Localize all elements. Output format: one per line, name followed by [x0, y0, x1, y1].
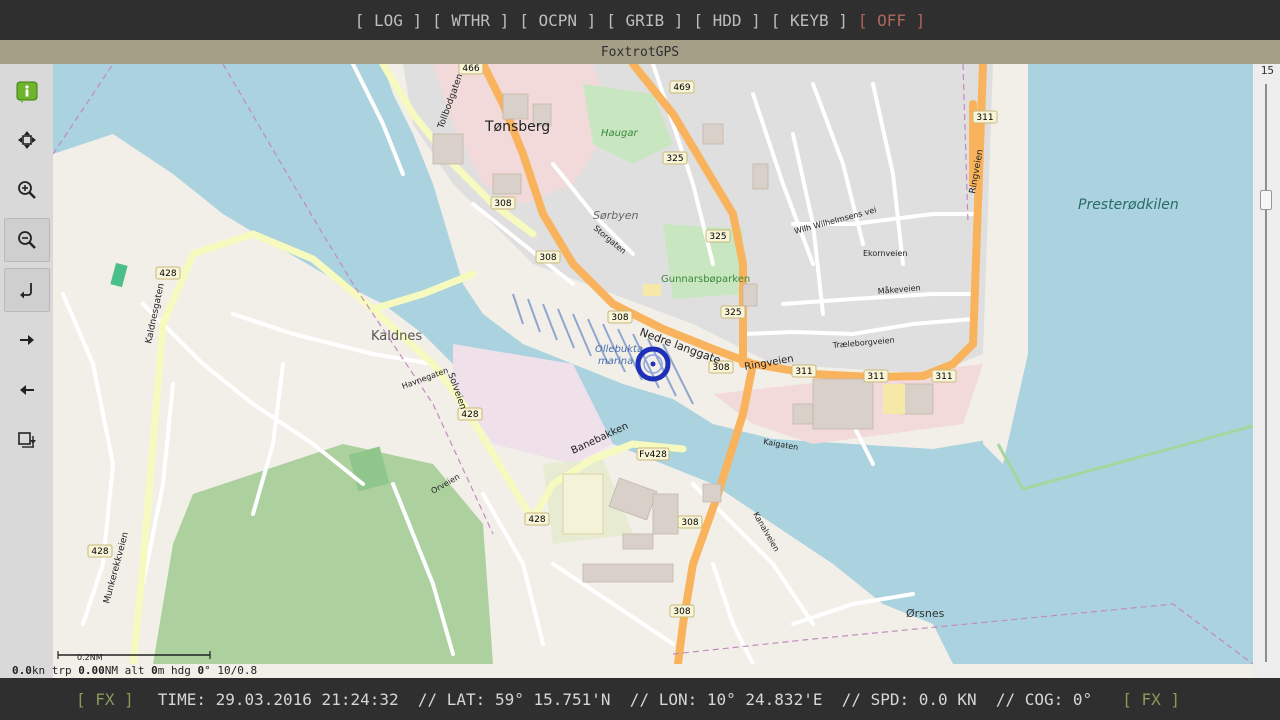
speed-value: 0.0 [12, 664, 32, 677]
fix-quality: 10/0.8 [217, 664, 258, 677]
autocenter-icon [20, 283, 32, 299]
place-label: Haugar [601, 128, 638, 139]
altitude-label: alt [124, 664, 145, 677]
park-gunnarsbo [663, 224, 743, 299]
previous-icon [20, 385, 34, 395]
next-button[interactable] [4, 318, 50, 362]
layers-icon [18, 432, 36, 448]
route-shield: 428 [155, 266, 181, 280]
place-label: Sørbyen [593, 209, 638, 222]
keyboard-button[interactable]: [ KEYB ] [771, 11, 848, 30]
svg-text:308: 308 [494, 199, 511, 209]
route-shield: 311 [863, 369, 889, 383]
svg-text:308: 308 [681, 518, 698, 528]
place-label: Tønsberg [484, 119, 550, 135]
zoom-out-icon [18, 231, 36, 249]
zoom-in-icon [18, 181, 36, 199]
window-titlebar: FoxtrotGPS [0, 40, 1280, 64]
route-shield: 325 [705, 229, 731, 243]
route-shield: 469 [669, 80, 695, 94]
autocenter-button[interactable] [4, 268, 50, 312]
route-shield: 311 [972, 110, 998, 124]
info-icon [16, 81, 38, 103]
zoom-in-button[interactable] [4, 168, 50, 212]
map-toolbar [0, 64, 53, 678]
fix-indicator-right[interactable]: [ FX ] [1122, 690, 1180, 709]
zoom-out-button[interactable] [4, 218, 50, 262]
map-canvas[interactable]: 0.2NM 466 469 325 308 308 308 325 325 30… [53, 64, 1253, 664]
svg-text:311: 311 [935, 372, 952, 382]
svg-text:311: 311 [795, 367, 812, 377]
route-shield: 428 [524, 512, 550, 526]
previous-button[interactable] [4, 368, 50, 412]
place-label: Presterødkilen [1078, 197, 1179, 213]
trip-label: trp [51, 664, 72, 677]
route-shield: 308 [669, 604, 695, 618]
route-shield: 428 [87, 544, 113, 558]
svg-text:311: 311 [867, 372, 884, 382]
hdd-button[interactable]: [ HDD ] [693, 11, 760, 30]
zoom-track[interactable] [1265, 84, 1267, 662]
weather-button[interactable]: [ WTHR ] [432, 11, 509, 30]
status-bar: [ FX ] TIME: 29.03.2016 21:24:32 // LAT:… [0, 678, 1280, 720]
svg-text:428: 428 [159, 269, 176, 279]
route-shield: 466 [458, 64, 484, 75]
route-shield: 308 [677, 515, 703, 529]
place-label: Ørsnes [906, 607, 945, 620]
log-button[interactable]: [ LOG ] [355, 11, 422, 30]
route-shield: 308 [607, 310, 633, 324]
speed-unit: kn [31, 664, 46, 677]
route-shield: 325 [662, 151, 688, 165]
svg-text:469: 469 [673, 83, 690, 93]
off-button[interactable]: [ OFF ] [858, 11, 925, 30]
svg-text:308: 308 [539, 253, 556, 263]
trip-value: 0.00 [78, 664, 105, 677]
zoom-thumb[interactable] [1260, 190, 1272, 210]
zoom-level: 15 [1260, 64, 1274, 77]
svg-text:325: 325 [709, 232, 726, 242]
fix-indicator-left[interactable]: [ FX ] [76, 690, 134, 709]
map-view[interactable]: 0.2NM 466 469 325 308 308 308 325 325 30… [53, 64, 1253, 664]
window-title: FoxtrotGPS [600, 44, 680, 60]
scale-label: 0.2NM [77, 653, 103, 662]
info-button[interactable] [4, 70, 50, 114]
svg-text:Fv428: Fv428 [639, 450, 667, 460]
svg-text:466: 466 [462, 64, 479, 74]
street-label: Ekornveien [863, 249, 907, 258]
svg-text:428: 428 [528, 515, 545, 525]
svg-text:311: 311 [976, 113, 993, 123]
fullscreen-button[interactable] [4, 118, 50, 162]
svg-text:325: 325 [666, 154, 683, 164]
place-label: Kaldnes [371, 329, 422, 344]
route-shield: 311 [791, 364, 817, 378]
route-shield: 308 [535, 250, 561, 264]
route-shield: Fv428 [636, 447, 670, 461]
altitude-value: 0 [151, 664, 158, 677]
svg-text:308: 308 [611, 313, 628, 323]
fullscreen-icon [18, 131, 36, 149]
top-button-bar: [ LOG ] [ WTHR ] [ OCPN ] [ GRIB ] [ HDD… [0, 0, 1280, 40]
heading-label: hdg [171, 664, 191, 677]
trip-unit: NM [104, 664, 118, 677]
route-shield: 308 [490, 196, 516, 210]
layers-button[interactable] [4, 418, 50, 462]
svg-text:428: 428 [91, 547, 108, 557]
altitude-unit: m [157, 664, 165, 677]
zoom-scrollbar[interactable]: 15 [1253, 64, 1280, 678]
place-label: marina [598, 356, 633, 367]
heading-unit: ° [204, 664, 211, 677]
next-icon [20, 335, 34, 345]
svg-text:308: 308 [673, 607, 690, 617]
opencpn-button[interactable]: [ OCPN ] [519, 11, 596, 30]
grib-button[interactable]: [ GRIB ] [606, 11, 683, 30]
gps-hud: 0.0kn trp 0.00NM alt 0m hdg 0° 10/0.8 [0, 664, 1253, 678]
route-shield: 325 [720, 305, 746, 319]
place-label: Ollebukta [595, 344, 643, 355]
route-shield: 311 [931, 369, 957, 383]
place-label: Gunnarsbøparken [661, 274, 750, 285]
status-text: TIME: 29.03.2016 21:24:32 // LAT: 59° 15… [157, 689, 1093, 709]
svg-text:325: 325 [724, 308, 741, 318]
svg-text:428: 428 [461, 410, 478, 420]
